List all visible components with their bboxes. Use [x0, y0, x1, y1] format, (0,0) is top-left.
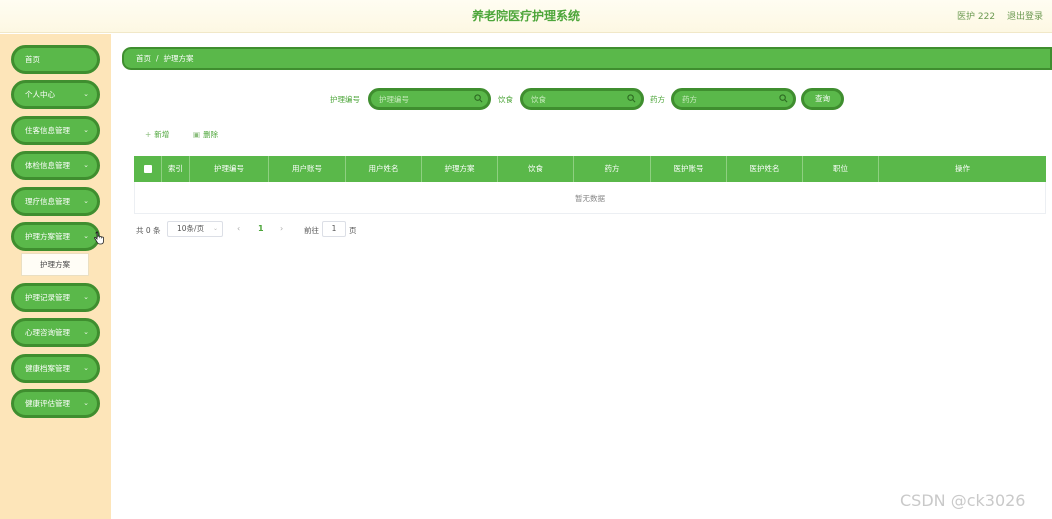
delete-label: 删除: [203, 130, 219, 139]
chevron-down-icon: ⌄: [83, 328, 89, 336]
column-header: 医护姓名: [727, 156, 803, 182]
sidebar-item-physiotherapy[interactable]: 理疗信息管理 ⌄: [11, 187, 100, 216]
search-label-diet: 饮食: [498, 95, 513, 104]
chevron-down-icon: ⌄: [83, 293, 89, 301]
search-icon: [474, 94, 483, 103]
column-header: 饮食: [498, 156, 574, 182]
sidebar-item-counseling[interactable]: 心理咨询管理 ⌄: [11, 318, 100, 347]
column-header: 用户账号: [269, 156, 346, 182]
sidebar-item-label: 护理记录管理: [25, 293, 70, 302]
delete-button[interactable]: ▣ 删除: [193, 129, 218, 140]
breadcrumb: 首页 / 护理方案: [122, 47, 1052, 70]
prescription-input[interactable]: [674, 91, 793, 107]
chevron-down-icon: ⌄: [83, 364, 89, 372]
add-button[interactable]: + 新增: [145, 129, 169, 140]
sidebar-item-care-record[interactable]: 护理记录管理 ⌄: [11, 283, 100, 312]
chevron-down-icon: ⌄: [83, 232, 89, 240]
search-field-care-id: [368, 88, 491, 110]
hand-cursor-icon: [94, 231, 104, 245]
submenu-item-care-plan[interactable]: 护理方案: [21, 253, 89, 276]
current-user: 医护 222: [957, 12, 996, 22]
trash-icon: ▣: [193, 130, 201, 139]
chevron-down-icon: ⌄: [83, 126, 89, 134]
plus-icon: +: [145, 130, 152, 139]
chevron-down-icon: ⌄: [83, 161, 89, 169]
sidebar-item-profile[interactable]: 个人中心 ⌄: [11, 80, 100, 109]
breadcrumb-separator: /: [156, 54, 159, 63]
sidebar-item-label: 健康档案管理: [25, 364, 70, 373]
sidebar-item-label: 个人中心: [25, 90, 55, 99]
search-label-prescription: 药方: [650, 95, 665, 104]
column-header: 药方: [574, 156, 651, 182]
column-header: 索引: [162, 156, 190, 182]
sidebar-item-care-plan[interactable]: 护理方案管理 ⌄: [11, 222, 100, 251]
select-all-checkbox[interactable]: [144, 165, 152, 173]
chevron-down-icon: ⌄: [83, 90, 89, 98]
search-field-prescription: [671, 88, 796, 110]
column-header: 用户姓名: [346, 156, 422, 182]
page-size-value: 10条/页: [177, 224, 205, 233]
sidebar-item-resident-info[interactable]: 住客信息管理 ⌄: [11, 116, 100, 145]
sidebar-item-label: 健康评估管理: [25, 399, 70, 408]
select-all-cell: [134, 156, 162, 182]
column-header: 操作: [955, 164, 970, 173]
chevron-down-icon: ⌄: [83, 399, 89, 407]
app-title: 养老院医疗护理系统: [471, 9, 580, 23]
pagination-total: 共 0 条: [136, 226, 161, 235]
column-header: 护理编号: [190, 156, 269, 182]
sidebar-item-label: 住客信息管理: [25, 126, 70, 135]
sidebar-item-health-file[interactable]: 健康档案管理 ⌄: [11, 354, 100, 383]
search-icon: [627, 94, 636, 103]
query-button[interactable]: 查询: [801, 88, 844, 110]
sidebar-item-label: 体检信息管理: [25, 161, 70, 170]
top-bar: 养老院医疗护理系统 医护 222 退出登录: [0, 0, 1052, 33]
search-field-diet: [520, 88, 644, 110]
sidebar-item-health-assessment[interactable]: 健康评估管理 ⌄: [11, 389, 100, 418]
chevron-down-icon: ⌄: [83, 197, 89, 205]
goto-prefix: 前往: [304, 226, 319, 235]
sidebar-item-label: 心理咨询管理: [25, 328, 70, 337]
page-size-select[interactable]: 10条/页 ⌄: [167, 221, 223, 237]
goto-suffix: 页: [349, 226, 357, 235]
sidebar-item-home[interactable]: 首页: [11, 45, 100, 74]
goto-page-input[interactable]: 1: [322, 221, 346, 237]
care-id-input[interactable]: [371, 91, 488, 107]
sidebar-item-checkup[interactable]: 体检信息管理 ⌄: [11, 151, 100, 180]
diet-input[interactable]: [523, 91, 641, 107]
sidebar-item-label: 首页: [25, 55, 40, 64]
search-icon: [779, 94, 788, 103]
column-header: 护理方案: [422, 156, 498, 182]
empty-state-text: 暂无数据: [575, 194, 605, 203]
prev-page-button[interactable]: ‹: [237, 224, 240, 233]
breadcrumb-current: 护理方案: [163, 54, 194, 63]
logout-link[interactable]: 退出登录: [1007, 9, 1043, 22]
chevron-down-icon: ⌄: [212, 225, 218, 232]
add-label: 新增: [154, 130, 170, 139]
table-body: 暂无数据: [134, 182, 1046, 214]
watermark: CSDN @ck3026: [900, 491, 1026, 510]
column-header: 医护账号: [651, 156, 727, 182]
sidebar-item-label: 护理方案管理: [25, 232, 70, 241]
column-header: 职位: [803, 156, 879, 182]
sidebar-item-label: 理疗信息管理: [25, 197, 70, 206]
breadcrumb-home[interactable]: 首页: [136, 54, 151, 63]
current-page[interactable]: 1: [258, 224, 264, 233]
table-header: 索引 护理编号 用户账号 用户姓名 护理方案 饮食 药方 医护账号 医护姓名 职…: [134, 156, 1046, 182]
next-page-button[interactable]: ›: [280, 224, 283, 233]
search-label-care-id: 护理编号: [330, 95, 360, 104]
